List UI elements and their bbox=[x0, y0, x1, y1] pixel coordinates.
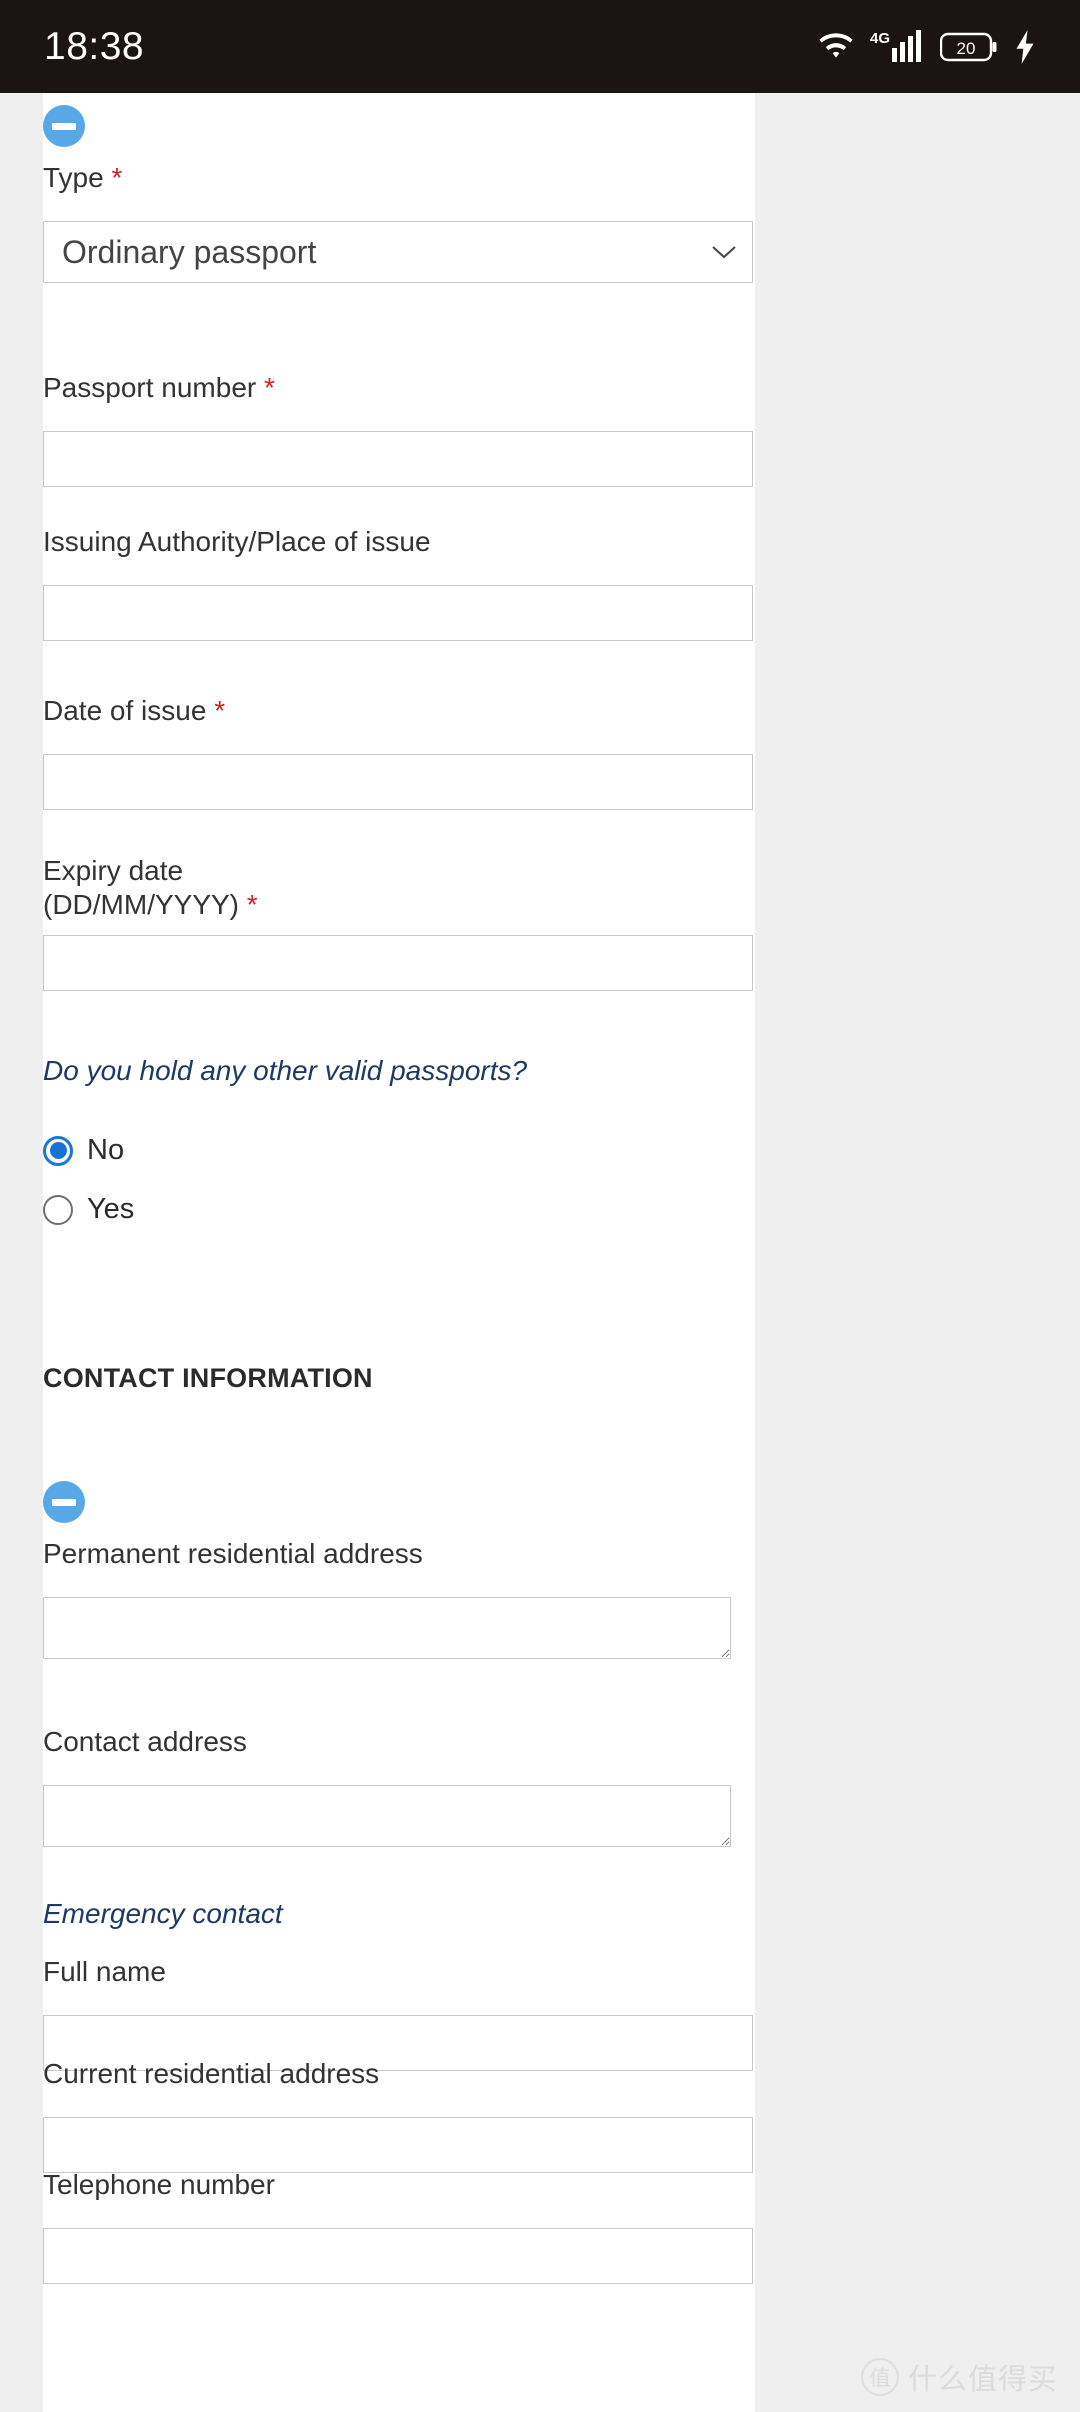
contact-address-textarea[interactable] bbox=[43, 1784, 731, 1847]
radio-yes-label: Yes bbox=[87, 1193, 135, 1225]
type-select-wrapper[interactable]: Ordinary passport bbox=[43, 220, 753, 283]
battery-level-text: 20 bbox=[957, 39, 976, 58]
minus-bar bbox=[52, 122, 76, 130]
watermark-logo-icon: 值 bbox=[860, 2358, 899, 2396]
date-of-issue-field: Date of issue * bbox=[43, 694, 755, 810]
radio-no-label: No bbox=[87, 1134, 125, 1166]
other-passports-question: Do you hold any other valid passports? bbox=[43, 1055, 528, 1086]
issuing-authority-field: Issuing Authority/Place of issue bbox=[43, 525, 755, 641]
date-of-issue-label: Date of issue * bbox=[43, 694, 755, 728]
date-of-issue-input[interactable] bbox=[43, 753, 753, 810]
contact-information-heading: CONTACT INFORMATION bbox=[43, 1363, 373, 1393]
expiry-date-field: Expiry date (DD/MM/YYYY) * bbox=[43, 854, 755, 992]
type-label-text: Type bbox=[43, 162, 104, 193]
expiry-date-label: Expiry date (DD/MM/YYYY) * bbox=[43, 854, 755, 921]
telephone-label: Telephone number bbox=[43, 2169, 275, 2200]
minus-circle-icon[interactable] bbox=[43, 1481, 85, 1523]
expiry-date-label-line2: (DD/MM/YYYY) bbox=[43, 888, 239, 920]
radio-option-no[interactable]: No bbox=[43, 1134, 755, 1167]
passport-number-label-text: Passport number bbox=[43, 372, 257, 403]
date-of-issue-label-text: Date of issue bbox=[43, 695, 207, 726]
svg-text:4G: 4G bbox=[870, 30, 890, 47]
wifi-icon bbox=[816, 30, 856, 64]
current-address-label: Current residential address bbox=[43, 2058, 380, 2089]
form-sheet: Type * Ordinary passport Passport number… bbox=[43, 93, 755, 2412]
status-bar-indicators: 4G 20 bbox=[816, 28, 1036, 66]
full-name-label: Full name bbox=[43, 1956, 166, 1987]
passport-number-input[interactable] bbox=[43, 430, 753, 487]
status-bar: 18:38 4G 20 bbox=[0, 0, 1080, 93]
date-of-issue-required-mark: * bbox=[214, 695, 226, 726]
lightning-bolt-icon bbox=[1014, 29, 1036, 64]
contact-section: Permanent residential address bbox=[43, 1481, 755, 1659]
contact-information-heading-block: CONTACT INFORMATION bbox=[43, 1363, 755, 1394]
passport-number-field: Passport number * bbox=[43, 371, 755, 487]
current-address-input[interactable] bbox=[43, 2116, 753, 2173]
status-bar-clock: 18:38 bbox=[44, 24, 145, 68]
contact-address-label: Contact address bbox=[43, 1726, 247, 1757]
other-passports-question-block: Do you hold any other valid passports? N… bbox=[43, 1053, 755, 1226]
emergency-telephone-field: Telephone number bbox=[43, 2168, 755, 2284]
radio-yes-indicator[interactable] bbox=[43, 1194, 73, 1225]
watermark: 值 什么值得买 bbox=[860, 2356, 1058, 2398]
expiry-date-required-mark: * bbox=[246, 888, 258, 920]
minus-bar bbox=[52, 1498, 76, 1506]
contact-address-field: Contact address bbox=[43, 1725, 755, 1847]
type-select[interactable]: Ordinary passport bbox=[43, 220, 753, 283]
radio-no-dot bbox=[49, 1142, 67, 1159]
issuing-authority-label: Issuing Authority/Place of issue bbox=[43, 526, 431, 557]
expiry-date-label-line2-row: (DD/MM/YYYY) * bbox=[43, 888, 755, 922]
passport-section: Type * Ordinary passport bbox=[43, 105, 755, 283]
page-body: Type * Ordinary passport Passport number… bbox=[0, 93, 1080, 2412]
emergency-contact-heading: Emergency contact bbox=[43, 1898, 283, 1929]
emergency-contact-block: Emergency contact bbox=[43, 1896, 755, 1931]
telephone-input[interactable] bbox=[43, 2227, 753, 2284]
issuing-authority-input[interactable] bbox=[43, 584, 753, 641]
emergency-full-name-field: Full name bbox=[43, 1955, 755, 2071]
expiry-date-input[interactable] bbox=[43, 935, 753, 992]
radio-option-yes[interactable]: Yes bbox=[43, 1193, 755, 1226]
emergency-current-address-field: Current residential address bbox=[43, 2057, 755, 2173]
permanent-address-textarea[interactable] bbox=[43, 1596, 731, 1659]
passport-number-required-mark: * bbox=[264, 372, 275, 403]
mobile-network-indicator: 4G bbox=[870, 28, 926, 66]
minus-circle-icon[interactable] bbox=[43, 105, 85, 147]
passport-number-label: Passport number * bbox=[43, 371, 755, 405]
type-required-mark: * bbox=[111, 162, 123, 193]
expiry-date-label-line1: Expiry date bbox=[43, 855, 184, 886]
radio-no-indicator[interactable] bbox=[43, 1135, 73, 1166]
watermark-text: 什么值得买 bbox=[907, 2362, 1058, 2396]
type-label: Type * bbox=[43, 161, 755, 195]
permanent-address-label: Permanent residential address bbox=[43, 1538, 423, 1569]
battery-icon: 20 bbox=[940, 31, 1000, 63]
